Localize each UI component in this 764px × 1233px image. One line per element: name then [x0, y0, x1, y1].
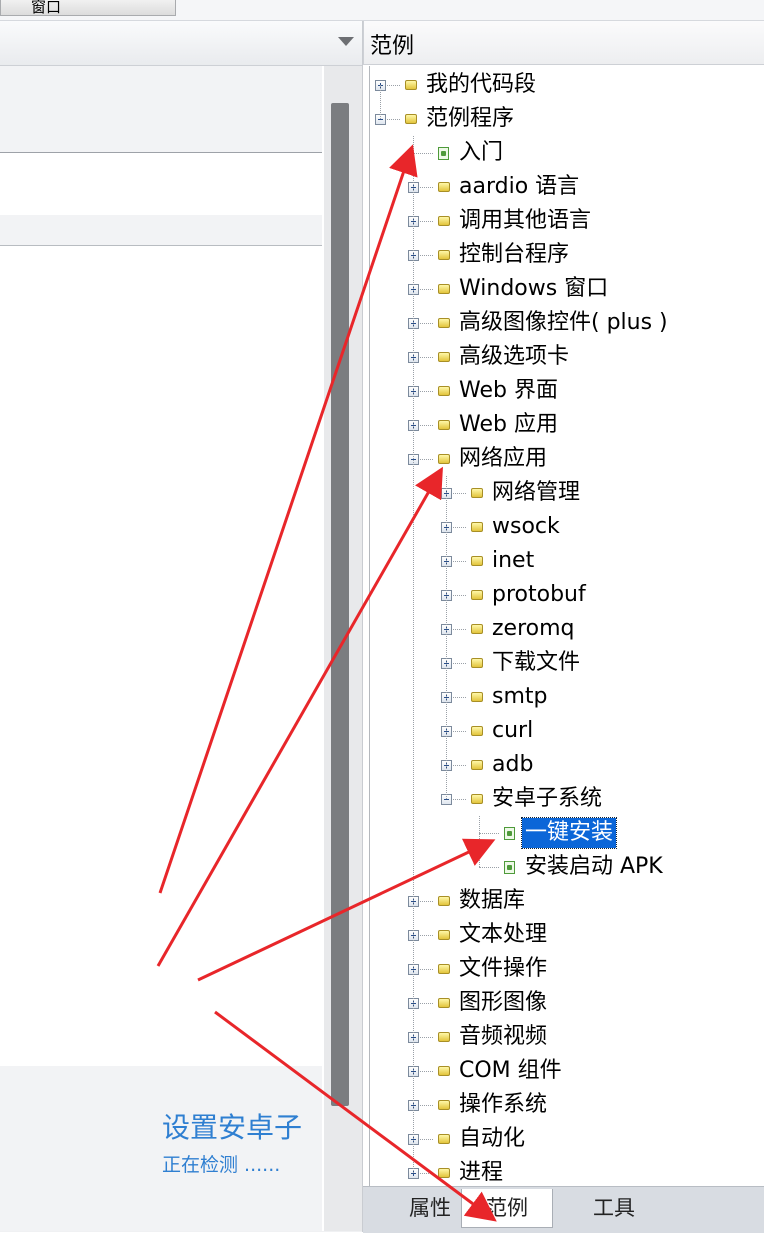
- folder-icon: [405, 114, 417, 124]
- tree-node-label[interactable]: 音频视频: [459, 1022, 547, 1052]
- folder-icon: [471, 522, 483, 532]
- tree-node-label[interactable]: 入门: [459, 138, 503, 168]
- tree-node-label[interactable]: zeromq: [492, 614, 575, 644]
- tree-node-label[interactable]: Web 界面: [459, 376, 558, 406]
- tree-node-label[interactable]: 高级选项卡: [459, 342, 569, 372]
- folder-icon: [471, 760, 483, 770]
- status-title: 设置安卓子: [162, 1111, 303, 1144]
- tree-guide: [380, 85, 381, 119]
- tree-node-label[interactable]: 高级图像控件( plus ): [459, 308, 668, 338]
- tree-node-label[interactable]: 文本处理: [459, 920, 547, 950]
- tree-node-label[interactable]: adb: [492, 750, 533, 780]
- tab-examples[interactable]: 范例: [461, 1189, 553, 1228]
- tree-node-label[interactable]: 我的代码段: [426, 70, 536, 100]
- folder-icon: [471, 726, 483, 736]
- folder-icon: [438, 1032, 450, 1042]
- folder-icon: [438, 352, 450, 362]
- tab-tools[interactable]: 工具: [569, 1189, 659, 1227]
- tree-node-label[interactable]: aardio 语言: [459, 172, 579, 202]
- tree-node-label[interactable]: 文件操作: [459, 954, 547, 984]
- folder-icon: [438, 1134, 450, 1144]
- tree-node-label[interactable]: COM 组件: [459, 1056, 562, 1086]
- folder-icon: [438, 964, 450, 974]
- folder-icon: [438, 1066, 450, 1076]
- folder-icon: [438, 284, 450, 294]
- tree-node-label[interactable]: 一键安装: [520, 817, 618, 849]
- folder-icon: [471, 590, 483, 600]
- tree-node-label[interactable]: 范例程序: [426, 104, 514, 134]
- folder-icon: [471, 624, 483, 634]
- tree-node-label[interactable]: 进程: [459, 1158, 503, 1186]
- examples-panel: 范例 我的代码段范例程序入门 aardio 语言 调用其他语言 控制台程序 Window…: [363, 21, 764, 1232]
- left-panel-content: [0, 66, 324, 1231]
- folder-icon: [438, 930, 450, 940]
- examples-panel-header: 范例: [363, 21, 764, 65]
- folder-icon: [438, 216, 450, 226]
- tree-guide: [446, 476, 447, 799]
- scrollbar-thumb[interactable]: [331, 103, 349, 1106]
- folder-icon: [471, 794, 483, 804]
- file-icon: [504, 827, 515, 840]
- folder-icon: [438, 896, 450, 906]
- left-panel: [0, 21, 363, 1232]
- tree-node-label[interactable]: 下载文件: [492, 648, 580, 678]
- folder-icon: [438, 420, 450, 430]
- file-icon: [504, 861, 515, 874]
- folder-icon: [438, 182, 450, 192]
- tree-node-label[interactable]: 控制台程序: [459, 240, 569, 270]
- folder-icon: [438, 386, 450, 396]
- window-tab[interactable]: 窗口: [0, 0, 176, 16]
- tree-node-label[interactable]: protobuf: [492, 580, 586, 610]
- tree-node-label[interactable]: inet: [492, 546, 534, 576]
- tree-node-label[interactable]: 网络应用: [459, 444, 547, 474]
- content-band: [0, 1066, 322, 1231]
- bottom-tab-bar: 属性 范例 工具: [363, 1186, 764, 1233]
- tree-node-label[interactable]: 安装启动 APK: [525, 852, 663, 882]
- panel-title: 范例: [370, 34, 415, 59]
- tree-node-label[interactable]: wsock: [492, 512, 560, 542]
- folder-icon: [438, 1168, 450, 1178]
- tree-node-label[interactable]: 操作系统: [459, 1090, 547, 1120]
- status-subtitle: 正在检测 ......: [162, 1154, 281, 1176]
- tree-node-label[interactable]: curl: [492, 716, 533, 746]
- folder-icon: [471, 556, 483, 566]
- tree-guide: [479, 816, 480, 867]
- folder-icon: [438, 454, 450, 464]
- tree-node-label[interactable]: Windows 窗口: [459, 274, 608, 304]
- tree-guide: [413, 136, 414, 1173]
- tree-connector: [413, 153, 433, 154]
- tree-node-label[interactable]: smtp: [492, 682, 547, 712]
- tree-connector: [479, 833, 499, 834]
- folder-icon: [471, 692, 483, 702]
- tree-node-label[interactable]: 网络管理: [492, 478, 580, 508]
- content-band: [0, 66, 322, 153]
- tree-canvas: 我的代码段范例程序入门 aardio 语言 调用其他语言 控制台程序 Windows 窗…: [370, 66, 764, 1186]
- folder-icon: [438, 318, 450, 328]
- content-band: [0, 215, 322, 246]
- tree-node-label[interactable]: 自动化: [459, 1124, 525, 1154]
- tree-node-label[interactable]: Web 应用: [459, 410, 558, 440]
- dropdown-arrow-icon[interactable]: [338, 37, 354, 46]
- folder-icon: [471, 658, 483, 668]
- folder-icon: [471, 488, 483, 498]
- tree-node-label[interactable]: 图形图像: [459, 988, 547, 1018]
- tree-connector: [479, 867, 499, 868]
- examples-tree: 我的代码段范例程序入门 aardio 语言 调用其他语言 控制台程序 Windows 窗…: [369, 66, 764, 1186]
- tree-node-label[interactable]: 调用其他语言: [459, 206, 591, 236]
- folder-icon: [405, 80, 417, 90]
- folder-icon: [438, 1100, 450, 1110]
- folder-icon: [438, 250, 450, 260]
- tree-node-label[interactable]: 安卓子系统: [492, 784, 602, 814]
- left-panel-header: [0, 21, 362, 66]
- folder-icon: [438, 998, 450, 1008]
- tree-node-label[interactable]: 数据库: [459, 886, 525, 916]
- file-icon: [438, 147, 449, 160]
- top-strip: 窗口: [0, 0, 764, 21]
